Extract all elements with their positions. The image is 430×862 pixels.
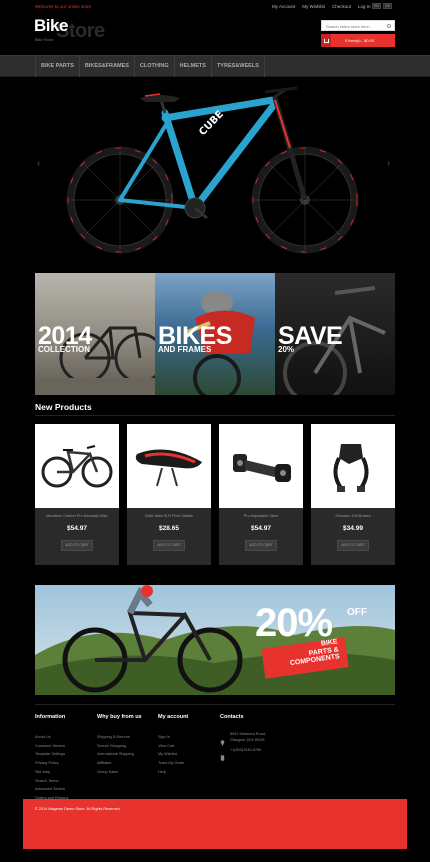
- product-name[interactable]: Pro Adjustable Stem: [221, 514, 301, 518]
- footer-account-list: Sign In View Cart My Wishlist Track My O…: [158, 733, 184, 777]
- product-image[interactable]: [35, 424, 119, 508]
- product-image[interactable]: [127, 424, 211, 508]
- footer-link[interactable]: Search Terms: [35, 777, 68, 786]
- brake-icon: [333, 444, 369, 492]
- add-to-cart-button[interactable]: ADD TO CART: [153, 540, 185, 551]
- footer-contacts-title: Contacts: [220, 714, 244, 720]
- footer-link[interactable]: Group Sales: [97, 768, 134, 777]
- add-to-cart-button[interactable]: ADD TO CART: [337, 540, 369, 551]
- footer-link[interactable]: Customer Service: [35, 742, 68, 751]
- product-card[interactable]: Shimano 105 Brakes $34.99 ADD TO CART: [311, 424, 395, 565]
- product-card[interactable]: Marathon Carbon Pro Mountain Bike $54.97…: [35, 424, 119, 565]
- product-card[interactable]: Selle Italia SLR Flow Saddle $28.65 ADD …: [127, 424, 211, 565]
- cart-summary: 0 item(s) - $0.00: [345, 38, 375, 43]
- product-price: $34.99: [343, 525, 363, 532]
- footer-link[interactable]: Sign In: [158, 733, 184, 742]
- nav-helmets[interactable]: HELMETS: [175, 55, 212, 77]
- footer-link[interactable]: My Wishlist: [158, 750, 184, 759]
- banner-collection-subheading: COLLECTION: [38, 345, 90, 354]
- banner-save-text: SAVE 20%: [278, 323, 343, 354]
- stem-icon: [233, 454, 291, 482]
- search-box: [321, 20, 395, 31]
- banner-collection-text: 2014 COLLECTION: [38, 323, 92, 354]
- footer-link[interactable]: Template Settings: [35, 750, 68, 759]
- nav-clothing[interactable]: CLOTHING: [135, 55, 175, 77]
- contact-phone[interactable]: +1(800)2345-6789: [230, 748, 261, 752]
- cart-icon: [321, 34, 331, 47]
- product-name[interactable]: Selle Italia SLR Flow Saddle: [129, 514, 209, 518]
- lang-en[interactable]: EN: [372, 3, 381, 9]
- add-to-cart-button[interactable]: ADD TO CART: [61, 540, 93, 551]
- nav-bike-parts[interactable]: BIKE PARTS: [35, 55, 80, 77]
- checkout-link[interactable]: Checkout: [332, 4, 351, 9]
- banner-collection[interactable]: 2014 COLLECTION: [35, 273, 155, 395]
- saddle-icon: [135, 449, 202, 487]
- footer-link[interactable]: Advanced Search: [35, 785, 68, 794]
- section-divider: [35, 415, 395, 416]
- main-nav: BIKE PARTS BIKES&FRAMES CLOTHING HELMETS…: [35, 55, 265, 77]
- contact-address: 8901 Marmora Road, Glasgow, D04 89GR: [230, 732, 266, 743]
- slider-prev-arrow[interactable]: ‹: [37, 158, 40, 169]
- logo[interactable]: Bike: [34, 16, 68, 36]
- footer-link[interactable]: View Cart: [158, 742, 184, 751]
- product-name[interactable]: Marathon Carbon Pro Mountain Bike: [37, 514, 117, 518]
- footer-information-title: Information: [35, 714, 66, 720]
- address-line-1: 8901 Marmora Road,: [230, 732, 266, 736]
- language-switcher: EN DE: [372, 3, 392, 9]
- banner-save[interactable]: SAVE 20%: [275, 273, 395, 395]
- search-input[interactable]: [326, 24, 386, 29]
- logo-tagline: Bike Store: [35, 37, 54, 42]
- mountain-bike-icon: [41, 445, 113, 488]
- new-products-title: New Products: [35, 402, 92, 412]
- product-price: $54.97: [67, 525, 87, 532]
- product-image[interactable]: [219, 424, 303, 508]
- login-link[interactable]: Log In: [358, 4, 371, 9]
- hero-bike-image: CUBE: [66, 86, 359, 254]
- promo-banner[interactable]: 20% OFF BIKE PARTS & COMPONENTS: [35, 585, 395, 695]
- banner-bikes-text: BIKES AND FRAMES: [158, 323, 232, 354]
- search-icon[interactable]: [387, 24, 391, 28]
- nav-bikes-frames[interactable]: BIKES&FRAMES: [80, 55, 135, 77]
- footer-link[interactable]: Secure Shopping: [97, 742, 134, 751]
- add-to-cart-button[interactable]: ADD TO CART: [245, 540, 277, 551]
- promo-percent: 20%: [255, 601, 333, 645]
- nav-tyres-wheels[interactable]: TYRES&WEELS: [212, 55, 265, 77]
- banner-bikes-frames[interactable]: BIKES AND FRAMES: [155, 273, 275, 395]
- phone-icon: [220, 748, 225, 766]
- my-account-link[interactable]: My Account: [272, 4, 295, 9]
- footer-link[interactable]: Affiliates: [97, 759, 134, 768]
- my-wishlist-link[interactable]: My Wishlist: [302, 4, 325, 9]
- footer-link[interactable]: Help: [158, 768, 184, 777]
- promo-off: OFF: [347, 607, 367, 618]
- product-image[interactable]: [311, 424, 395, 508]
- hero-slider: CUBE ‹ ›: [35, 78, 395, 273]
- footer-link[interactable]: Site Map: [35, 768, 68, 777]
- footer-link[interactable]: Track My Order: [158, 759, 184, 768]
- lang-de[interactable]: DE: [383, 3, 392, 9]
- slider-next-arrow[interactable]: ›: [387, 158, 390, 169]
- top-links: My Account My Wishlist Checkout Log In: [272, 4, 371, 9]
- footer-why-title: Why buy from us: [97, 714, 142, 720]
- product-name[interactable]: Shimano 105 Brakes: [313, 514, 393, 518]
- footer-link[interactable]: Privacy Policy: [35, 759, 68, 768]
- footer-divider: [35, 704, 395, 705]
- footer-why-list: Shipping & Returns Secure Shopping Inter…: [97, 733, 134, 777]
- copyright-text: © 2014 Magento Demo Store. All Rights Re…: [35, 807, 121, 811]
- product-price: $28.65: [159, 525, 179, 532]
- address-line-2: Glasgow, D04 89GR: [230, 737, 265, 742]
- product-price: $54.97: [251, 525, 271, 532]
- footer-link[interactable]: Shipping & Returns: [97, 733, 134, 742]
- footer-link[interactable]: About Us: [35, 733, 68, 742]
- footer-account-title: My account: [158, 714, 189, 720]
- footer-link[interactable]: International Shipping: [97, 750, 134, 759]
- product-card[interactable]: Pro Adjustable Stem $54.97 ADD TO CART: [219, 424, 303, 565]
- cart-button[interactable]: 0 item(s) - $0.00: [321, 34, 395, 47]
- welcome-message: Welcome to our online store: [35, 4, 91, 9]
